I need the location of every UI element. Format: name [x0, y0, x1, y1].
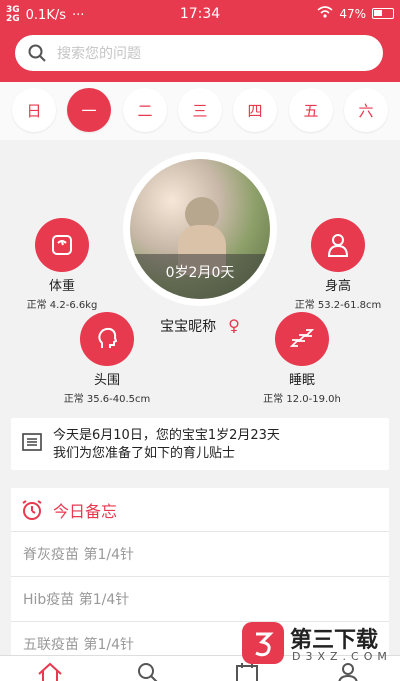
watermark: 第三下载 D3XZ.COM: [242, 622, 392, 668]
female-icon: ♀: [228, 316, 240, 335]
metric-sleep-name: 睡眠: [288, 373, 315, 388]
day-wednesday[interactable]: 三: [178, 88, 222, 132]
week-selector: 日 一 二 三 四 五 六: [0, 82, 400, 140]
wifi-icon: [317, 6, 333, 21]
search-icon: [28, 44, 46, 62]
parenting-tip-card[interactable]: 今天是6月10日，您的宝宝1岁2月23天 我们为您准备了如下的育儿贴士: [11, 418, 389, 470]
day-friday[interactable]: 五: [289, 88, 333, 132]
person-icon: [311, 218, 365, 272]
watermark-url: D3XZ.COM: [292, 650, 392, 663]
tip-line-2: 我们为您准备了如下的育儿贴士: [53, 446, 236, 461]
metric-weight-range: 正常 4.2-6.6kg: [26, 300, 98, 311]
search-tab-icon[interactable]: [134, 660, 162, 681]
metric-weight-name: 体重: [48, 279, 75, 294]
metric-height-range: 正常 53.2-61.8cm: [294, 300, 382, 311]
tip-text: 今天是6月10日，您的宝宝1岁2月23天 我们为您准备了如下的育儿贴士: [53, 427, 280, 463]
baby-avatar[interactable]: 0岁2月0天: [123, 152, 277, 306]
day-saturday[interactable]: 六: [344, 88, 388, 132]
day-sunday[interactable]: 日: [12, 88, 56, 132]
memo-item[interactable]: 脊灰疫苗 第1/4针: [11, 532, 389, 577]
day-tuesday[interactable]: 二: [123, 88, 167, 132]
tip-line-1: 今天是6月10日，您的宝宝1岁2月23天: [53, 428, 280, 443]
list-icon: [22, 433, 42, 451]
baby-photo: 0岁2月0天: [130, 159, 270, 299]
metric-weight[interactable]: 体重 正常 4.2-6.6kg: [2, 218, 122, 311]
memo-item[interactable]: Hib疫苗 第1/4针: [11, 577, 389, 622]
baby-nickname-row[interactable]: 宝宝昵称 ♀: [0, 316, 400, 336]
metric-head-range: 正常 35.6-40.5cm: [63, 394, 151, 405]
memo-header: 今日备忘: [11, 488, 389, 532]
search-bar[interactable]: 搜索您的问题: [15, 35, 383, 71]
memo-title: 今日备忘: [53, 501, 118, 521]
metric-height-name: 身高: [324, 279, 351, 294]
header: 搜索您的问题: [0, 28, 400, 82]
day-monday[interactable]: 一: [67, 88, 111, 132]
status-right: 47%: [317, 6, 394, 21]
status-bar: 3G 2G 0.1K/s ··· 17:34 47%: [0, 0, 400, 28]
battery-percent: 47%: [339, 6, 366, 21]
day-thursday[interactable]: 四: [233, 88, 277, 132]
baby-profile: 0岁2月0天 体重 正常 4.2-6.6kg 身高 正常 53.2-61.8cm…: [0, 140, 400, 412]
metric-head-name: 头围: [93, 373, 120, 388]
search-input[interactable]: 搜索您的问题: [57, 43, 141, 63]
alarm-clock-icon: [22, 499, 42, 520]
metric-sleep-range: 正常 12.0-19.0h: [263, 394, 341, 405]
scale-icon: [35, 218, 89, 272]
baby-age: 0岁2月0天: [130, 254, 270, 299]
watermark-logo: [242, 622, 284, 664]
home-icon[interactable]: [36, 660, 64, 681]
metric-height[interactable]: 身高 正常 53.2-61.8cm: [278, 218, 398, 311]
baby-nickname: 宝宝昵称: [160, 319, 217, 335]
battery-icon: [372, 8, 394, 19]
